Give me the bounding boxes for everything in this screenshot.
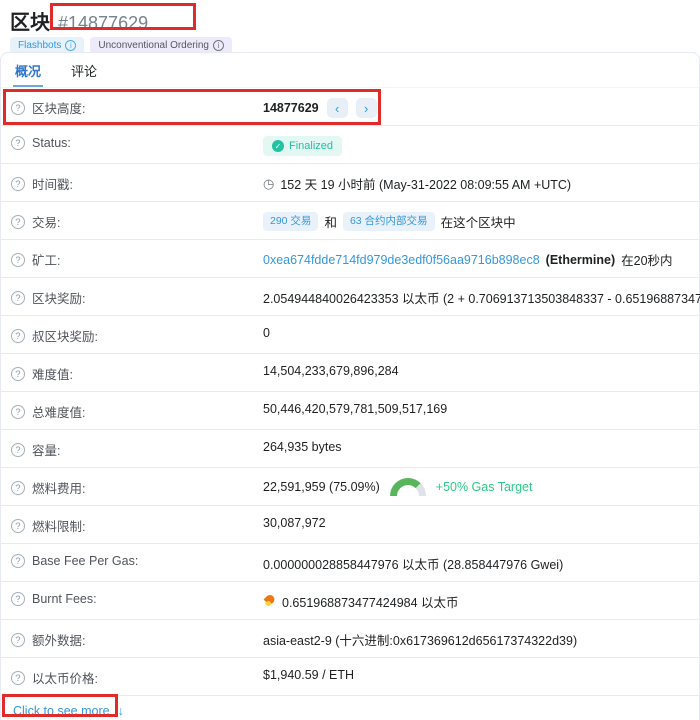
- help-icon[interactable]: ?: [11, 291, 25, 305]
- gas-target-text: +50% Gas Target: [436, 480, 533, 494]
- table-row-extra-data: ? 额外数据: asia-east2-9 (十六进制:0x617369612d6…: [1, 620, 699, 658]
- block-height-value: 14877629: [263, 101, 319, 115]
- eth-price-value: $1,940.59 / ETH: [263, 668, 354, 682]
- page-title: 区块: [10, 6, 50, 35]
- next-block-button[interactable]: ›: [356, 98, 377, 118]
- info-icon[interactable]: i: [65, 40, 76, 51]
- internal-transactions-link[interactable]: 63 合约内部交易: [343, 212, 435, 231]
- table-row-status: ? Status: ✓ Finalized: [1, 126, 699, 164]
- help-icon[interactable]: ?: [11, 443, 25, 457]
- table-row-transactions: ? 交易: 290 交易 和 63 合约内部交易 在这个区块中: [1, 202, 699, 240]
- row-label-text: 叔区块奖励:: [32, 326, 98, 345]
- page-header: 区块 #14877629 Flashbots i Unconventional …: [0, 0, 700, 52]
- table-row-gas-limit: ? 燃料限制: 30,087,972: [1, 506, 699, 544]
- gas-limit-value: 30,087,972: [263, 516, 326, 530]
- see-more-label: Click to see more: [13, 704, 110, 718]
- help-icon[interactable]: ?: [11, 253, 25, 267]
- miner-name: (Ethermine): [546, 253, 615, 267]
- gas-gauge-icon: [390, 478, 426, 496]
- flashbots-badge-label: Flashbots: [18, 41, 61, 51]
- block-number: #14877629: [58, 13, 148, 34]
- base-fee-value: 0.000000028858447976 以太币 (28.858447976 G…: [263, 554, 563, 573]
- row-label-text: 时间戳:: [32, 174, 73, 193]
- flame-icon: [263, 595, 274, 608]
- row-label-text: Status:: [32, 136, 71, 150]
- help-icon[interactable]: ?: [11, 136, 25, 150]
- row-label-text: Base Fee Per Gas:: [32, 554, 138, 568]
- row-label-text: 以太币价格:: [32, 668, 98, 687]
- total-difficulty-value: 50,446,420,579,781,509,517,169: [263, 402, 447, 416]
- tab-comments[interactable]: 评论: [69, 53, 99, 87]
- row-label-text: 区块奖励:: [32, 288, 85, 307]
- unconventional-ordering-badge-label: Unconventional Ordering: [98, 41, 209, 51]
- help-icon[interactable]: ?: [11, 519, 25, 533]
- help-icon[interactable]: ?: [11, 554, 25, 568]
- table-row-size: ? 容量: 264,935 bytes: [1, 430, 699, 468]
- table-row-base-fee: ? Base Fee Per Gas: 0.000000028858447976…: [1, 544, 699, 582]
- tab-overview[interactable]: 概况: [13, 53, 43, 87]
- table-row-timestamp: ? 时间戳: ◷ 152 天 19 小时前 (May-31-2022 08:09…: [1, 164, 699, 202]
- help-icon[interactable]: ?: [11, 101, 25, 115]
- info-icon[interactable]: i: [213, 40, 224, 51]
- row-label-text: 容量:: [32, 440, 60, 459]
- status-text: Finalized: [289, 140, 333, 152]
- block-details-page: 区块 #14877629 Flashbots i Unconventional …: [0, 0, 700, 720]
- transactions-count-link[interactable]: 290 交易: [263, 212, 318, 231]
- table-row-difficulty: ? 难度值: 14,504,233,679,896,284: [1, 354, 699, 392]
- miner-time-text: 在20秒内: [621, 250, 672, 269]
- table-row-total-difficulty: ? 总难度值: 50,446,420,579,781,509,517,169: [1, 392, 699, 430]
- row-label-text: 燃料费用:: [32, 478, 85, 497]
- row-label-text: 矿工:: [32, 250, 60, 269]
- table-row-block-height: ? 区块高度: 14877629 ‹ ›: [1, 88, 699, 126]
- row-label-text: 燃料限制:: [32, 516, 85, 535]
- row-label-text: 难度值:: [32, 364, 73, 383]
- tab-bar: 概况 评论: [1, 53, 699, 88]
- table-row-miner: ? 矿工: 0xea674fdde714fd979de3edf0f56aa971…: [1, 240, 699, 278]
- row-label-text: 总难度值:: [32, 402, 85, 421]
- help-icon[interactable]: ?: [11, 367, 25, 381]
- row-label-text: 额外数据:: [32, 630, 85, 649]
- help-icon[interactable]: ?: [11, 592, 25, 606]
- uncle-reward-value: 0: [263, 326, 270, 340]
- timestamp-value: 152 天 19 小时前 (May-31-2022 08:09:55 AM +U…: [280, 174, 571, 193]
- row-label-text: 交易:: [32, 212, 60, 231]
- help-icon[interactable]: ?: [11, 671, 25, 685]
- see-more-link[interactable]: Click to see more ↓: [13, 704, 124, 718]
- gas-used-value: 22,591,959 (75.09%): [263, 480, 380, 494]
- arrow-down-icon: ↓: [118, 704, 124, 718]
- extra-data-value: asia-east2-9 (十六进制:0x617369612d656173743…: [263, 630, 577, 649]
- size-value: 264,935 bytes: [263, 440, 342, 454]
- table-row-uncle-reward: ? 叔区块奖励: 0: [1, 316, 699, 354]
- help-icon[interactable]: ?: [11, 633, 25, 647]
- miner-address-link[interactable]: 0xea674fdde714fd979de3edf0f56aa9716b898e…: [263, 253, 540, 267]
- table-row-gas-used: ? 燃料费用: 22,591,959 (75.09%) +50% Gas Tar…: [1, 468, 699, 506]
- burnt-fees-value: 0.651968873477424984 以太币: [282, 592, 459, 611]
- table-row-burnt-fees: ? Burnt Fees: 0.651968873477424984 以太币: [1, 582, 699, 620]
- help-icon[interactable]: ?: [11, 405, 25, 419]
- row-label-text: Burnt Fees:: [32, 592, 97, 606]
- difficulty-value: 14,504,233,679,896,284: [263, 364, 399, 378]
- help-icon[interactable]: ?: [11, 329, 25, 343]
- help-icon[interactable]: ?: [11, 177, 25, 191]
- help-icon[interactable]: ?: [11, 481, 25, 495]
- block-reward-value: 2.054944840026423353 以太币 (2 + 0.70691371…: [263, 288, 700, 307]
- conjunction-text: 和: [324, 212, 337, 231]
- prev-block-button[interactable]: ‹: [327, 98, 348, 118]
- help-icon[interactable]: ?: [11, 215, 25, 229]
- clock-icon: ◷: [263, 177, 274, 190]
- transactions-suffix-text: 在这个区块中: [441, 212, 516, 231]
- table-row-eth-price: ? 以太币价格: $1,940.59 / ETH: [1, 658, 699, 696]
- status-badge: ✓ Finalized: [263, 136, 342, 156]
- card-footer: Click to see more ↓: [1, 696, 699, 720]
- row-label-text: 区块高度:: [32, 98, 85, 117]
- check-icon: ✓: [272, 140, 284, 152]
- block-overview-card: 概况 评论 ? 区块高度: 14877629 ‹ › ? Status: ✓: [0, 52, 700, 720]
- table-row-block-reward: ? 区块奖励: 2.054944840026423353 以太币 (2 + 0.…: [1, 278, 699, 316]
